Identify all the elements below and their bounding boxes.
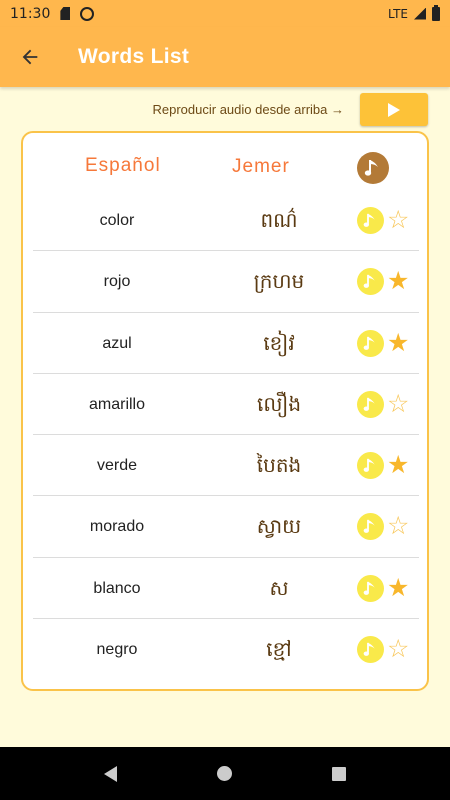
table-row: azul ខៀវ ★ — [33, 313, 419, 374]
word-khmer: ស — [269, 575, 289, 600]
play-word-audio-button[interactable] — [357, 390, 384, 418]
play-word-audio-button[interactable] — [357, 636, 384, 664]
arrow-left-icon — [22, 49, 38, 65]
table-row: verde បៃតង ★ — [33, 435, 419, 497]
word-khmer: ស្វាយ — [256, 514, 302, 539]
nav-recents-button[interactable] — [332, 766, 346, 781]
music-note-icon — [363, 520, 375, 534]
play-word-audio-button[interactable] — [357, 574, 384, 602]
star-filled-icon[interactable]: ★ — [387, 266, 409, 296]
play-word-audio-button[interactable] — [357, 207, 384, 234]
play-icon — [388, 102, 400, 117]
notification-icon — [80, 6, 95, 21]
play-word-audio-button[interactable] — [357, 513, 384, 541]
word-khmer: ខៀវ — [263, 330, 295, 355]
play-word-audio-button[interactable] — [357, 452, 384, 480]
table-row: amarillo លឿង ☆ — [33, 374, 419, 436]
app-bar: Words List — [0, 27, 450, 87]
word-spanish: negro — [96, 641, 138, 659]
play-word-audio-button[interactable] — [357, 329, 384, 357]
music-note-icon — [363, 336, 375, 350]
word-khmer: ពណ៌ — [260, 208, 298, 232]
column-header-spanish: Español — [85, 155, 161, 176]
network-label: LTE — [388, 6, 408, 21]
word-list: color ពណ៌ ☆ rojo ក្រហម ★ azul ខៀវ ★ amarillo លឿង ☆ v… — [33, 190, 419, 680]
words-card: Español Jemer color ពណ៌ ☆ rojo ក្រហម ★ azul ខៀវ… — [21, 131, 429, 691]
star-outline-icon[interactable]: ☆ — [387, 511, 409, 541]
word-spanish: rojo — [103, 273, 131, 291]
star-outline-icon[interactable]: ☆ — [387, 389, 409, 419]
battery-icon — [432, 4, 440, 21]
sd-card-icon — [60, 7, 71, 20]
word-spanish: azul — [102, 334, 132, 352]
star-filled-icon[interactable]: ★ — [387, 450, 409, 480]
music-note-icon — [363, 213, 375, 227]
word-khmer: បៃតង — [256, 453, 302, 478]
music-note-icon — [363, 642, 375, 656]
word-khmer: លឿង — [256, 391, 302, 416]
play-row: Reproducir audio desde arriba → — [0, 93, 450, 127]
table-row: color ពណ៌ ☆ — [33, 190, 419, 252]
play-hint: Reproducir audio desde arriba → — [152, 102, 345, 117]
word-spanish: color — [99, 212, 135, 229]
star-outline-icon[interactable]: ☆ — [387, 634, 409, 664]
nav-home-button[interactable] — [217, 766, 232, 781]
music-note-icon — [363, 459, 375, 473]
nav-back-button[interactable] — [104, 765, 117, 782]
system-nav-bar — [0, 747, 450, 800]
table-row: negro ខ្មៅ ☆ — [33, 619, 419, 680]
play-word-audio-button[interactable] — [357, 268, 384, 296]
word-spanish: amarillo — [88, 395, 145, 413]
table-row: rojo ក្រហម ★ — [33, 251, 419, 313]
status-bar: 11:30 LTE — [0, 0, 450, 27]
star-filled-icon[interactable]: ★ — [387, 328, 409, 358]
page-title: Words List — [78, 45, 190, 68]
word-spanish: morado — [89, 518, 145, 536]
table-row: blanco ស ★ — [33, 558, 419, 620]
column-header-khmer: Jemer — [232, 156, 290, 177]
music-note-icon — [363, 275, 375, 289]
table-header: Español Jemer — [23, 133, 427, 195]
word-spanish: blanco — [93, 579, 141, 597]
signal-icon — [414, 7, 426, 20]
music-note-icon — [363, 581, 375, 595]
back-button[interactable] — [0, 27, 60, 87]
word-khmer: ខ្មៅ — [266, 637, 292, 662]
word-khmer: ក្រហម — [253, 269, 305, 294]
music-note-icon — [357, 152, 389, 184]
word-spanish: verde — [96, 457, 138, 475]
star-filled-icon[interactable]: ★ — [387, 573, 409, 603]
music-note-icon — [363, 397, 375, 411]
status-time: 11:30 — [10, 5, 51, 22]
star-outline-icon[interactable]: ☆ — [387, 205, 409, 235]
play-all-button[interactable] — [360, 93, 428, 126]
table-row: morado ស្វាយ ☆ — [33, 496, 419, 558]
